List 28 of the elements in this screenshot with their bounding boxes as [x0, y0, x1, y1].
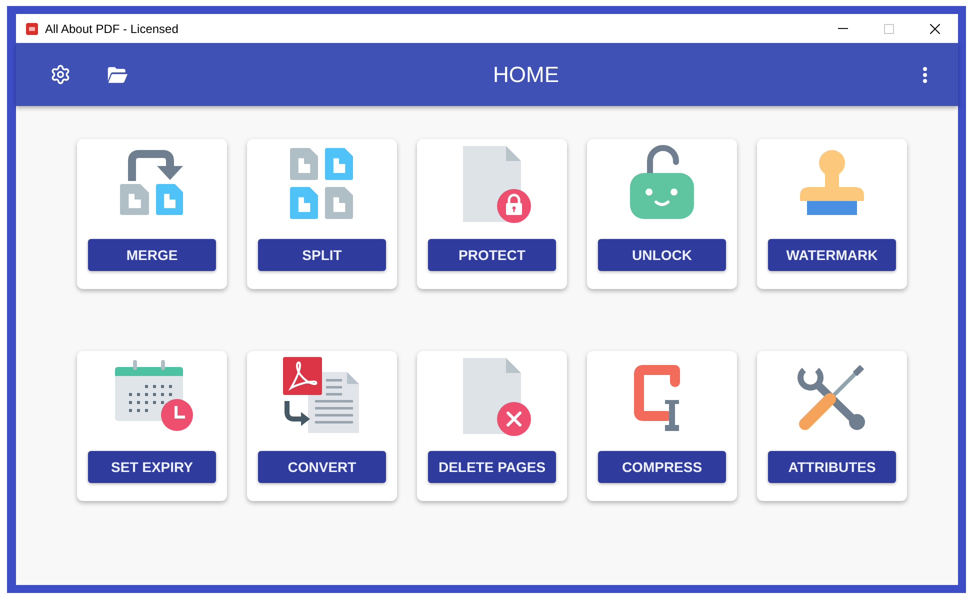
more-vertical-icon: [923, 66, 927, 82]
maximize-icon: [884, 24, 894, 34]
tool-button[interactable]: CONVERT: [258, 451, 386, 483]
calendar-clock-icon: [115, 360, 193, 431]
page-title: HOME: [493, 61, 559, 89]
tool-button[interactable]: COMPRESS: [598, 451, 726, 483]
close-icon: [930, 24, 940, 34]
open-padlock-icon: [630, 145, 694, 219]
folder-icon: [106, 66, 128, 83]
stamp-icon: [800, 150, 864, 215]
document-lock-icon: [463, 146, 531, 223]
app-logo-icon: [26, 22, 38, 34]
four-documents-icon: [290, 148, 353, 219]
pdf-document-icon: [283, 357, 359, 433]
document-delete-icon: [463, 358, 531, 436]
wrench-screwdriver-icon: [797, 362, 866, 431]
tool-button[interactable]: SET EXPIRY: [88, 451, 216, 483]
tool-button[interactable]: SPLIT: [258, 239, 386, 271]
minimize-icon: [838, 28, 848, 29]
tool-button[interactable]: UNLOCK: [598, 239, 726, 271]
tool-button[interactable]: ATTRIBUTES: [768, 451, 896, 483]
settings-icon: [50, 64, 70, 85]
documents-arrow-icon: [120, 150, 183, 215]
tool-button[interactable]: MERGE: [88, 239, 216, 271]
tool-button[interactable]: DELETE PAGES: [428, 451, 556, 483]
tool-button[interactable]: PROTECT: [428, 239, 556, 271]
tool-button[interactable]: WATERMARK: [768, 239, 896, 271]
window-title: All About PDF - Licensed: [45, 20, 178, 38]
